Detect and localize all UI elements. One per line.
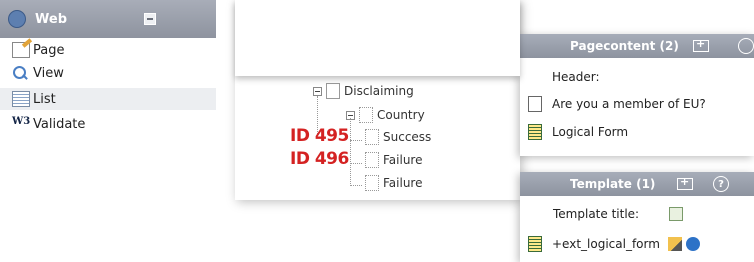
template-panel: Template (1) ? Template title: +ext_logi… xyxy=(520,172,754,262)
panel-title: Template (1) xyxy=(570,177,656,191)
page-icon xyxy=(365,129,379,145)
header-row: Header: xyxy=(552,64,600,90)
menu-item-label: List xyxy=(33,91,56,107)
module-menu-header[interactable]: Web xyxy=(0,0,216,38)
template-title-row: Template title: xyxy=(553,201,684,227)
page-icon xyxy=(365,175,379,191)
panel-title: Pagecontent (2) xyxy=(570,39,679,53)
template-header: Template (1) ? xyxy=(520,172,754,196)
help-icon[interactable] xyxy=(738,38,754,54)
pagecontent-panel: Pagecontent (2) Header: Are you a member… xyxy=(520,34,754,156)
page-edit-icon xyxy=(12,42,30,58)
menu-item-label: View xyxy=(33,65,64,81)
template-record-icon xyxy=(528,236,542,252)
header-label: Header: xyxy=(552,70,600,84)
pagecontent-header: Pagecontent (2) xyxy=(520,34,754,58)
id-annotation: ID 495 xyxy=(290,126,349,146)
tree-node-label: Country xyxy=(377,108,425,122)
document-icon xyxy=(528,96,542,112)
tree-node-disclaiming[interactable]: Disclaiming xyxy=(313,82,414,100)
menu-item-list[interactable]: List xyxy=(0,88,216,110)
pencil-icon[interactable] xyxy=(667,237,682,251)
content-row[interactable]: Logical Form xyxy=(520,119,628,145)
add-content-icon[interactable] xyxy=(693,37,709,52)
add-template-icon[interactable] xyxy=(677,175,693,190)
module-menu: Web Page View List W3 Validate xyxy=(0,0,216,145)
content-row[interactable]: Are you a member of EU? xyxy=(520,91,706,117)
form-icon xyxy=(528,124,542,140)
menu-item-label: Validate xyxy=(33,116,86,132)
menu-item-label: Page xyxy=(33,42,65,58)
info-icon[interactable] xyxy=(685,237,700,251)
tree-overlay-strip xyxy=(235,0,520,76)
collapse-node-icon[interactable] xyxy=(346,110,355,120)
page-icon xyxy=(359,107,373,123)
tree-node-label: Failure xyxy=(383,176,423,190)
module-menu-title: Web xyxy=(35,11,67,27)
tree-node-label: Failure xyxy=(383,153,423,167)
page-icon xyxy=(326,83,340,99)
tree-node-failure[interactable]: Failure xyxy=(365,174,422,192)
template-record-label: +ext_logical_form xyxy=(552,237,660,251)
magnifier-icon xyxy=(12,65,30,81)
collapse-icon[interactable] xyxy=(144,13,156,25)
w3c-icon: W3 xyxy=(12,116,31,127)
tree-node-label: Success xyxy=(383,130,432,144)
help-icon[interactable]: ? xyxy=(713,176,729,192)
collapse-node-icon[interactable] xyxy=(313,86,322,96)
tree-node-country[interactable]: Country xyxy=(346,106,425,124)
globe-icon xyxy=(8,10,26,28)
content-label: Are you a member of EU? xyxy=(552,97,706,111)
template-title-label: Template title: xyxy=(553,207,640,221)
template-record-row[interactable]: +ext_logical_form xyxy=(520,231,700,257)
menu-item-view[interactable]: View xyxy=(12,64,64,82)
menu-item-page[interactable]: Page xyxy=(12,41,64,59)
content-label: Logical Form xyxy=(552,125,629,139)
new-template-icon[interactable] xyxy=(669,207,684,221)
tree-node-label: Disclaiming xyxy=(344,84,414,98)
tree-node-failure[interactable]: Failure xyxy=(365,151,422,169)
id-annotation: ID 496 xyxy=(290,149,349,169)
tree-node-success[interactable]: Success xyxy=(365,128,431,146)
page-icon xyxy=(365,152,379,168)
menu-item-validate[interactable]: W3 Validate xyxy=(12,115,85,133)
list-icon xyxy=(12,91,30,107)
